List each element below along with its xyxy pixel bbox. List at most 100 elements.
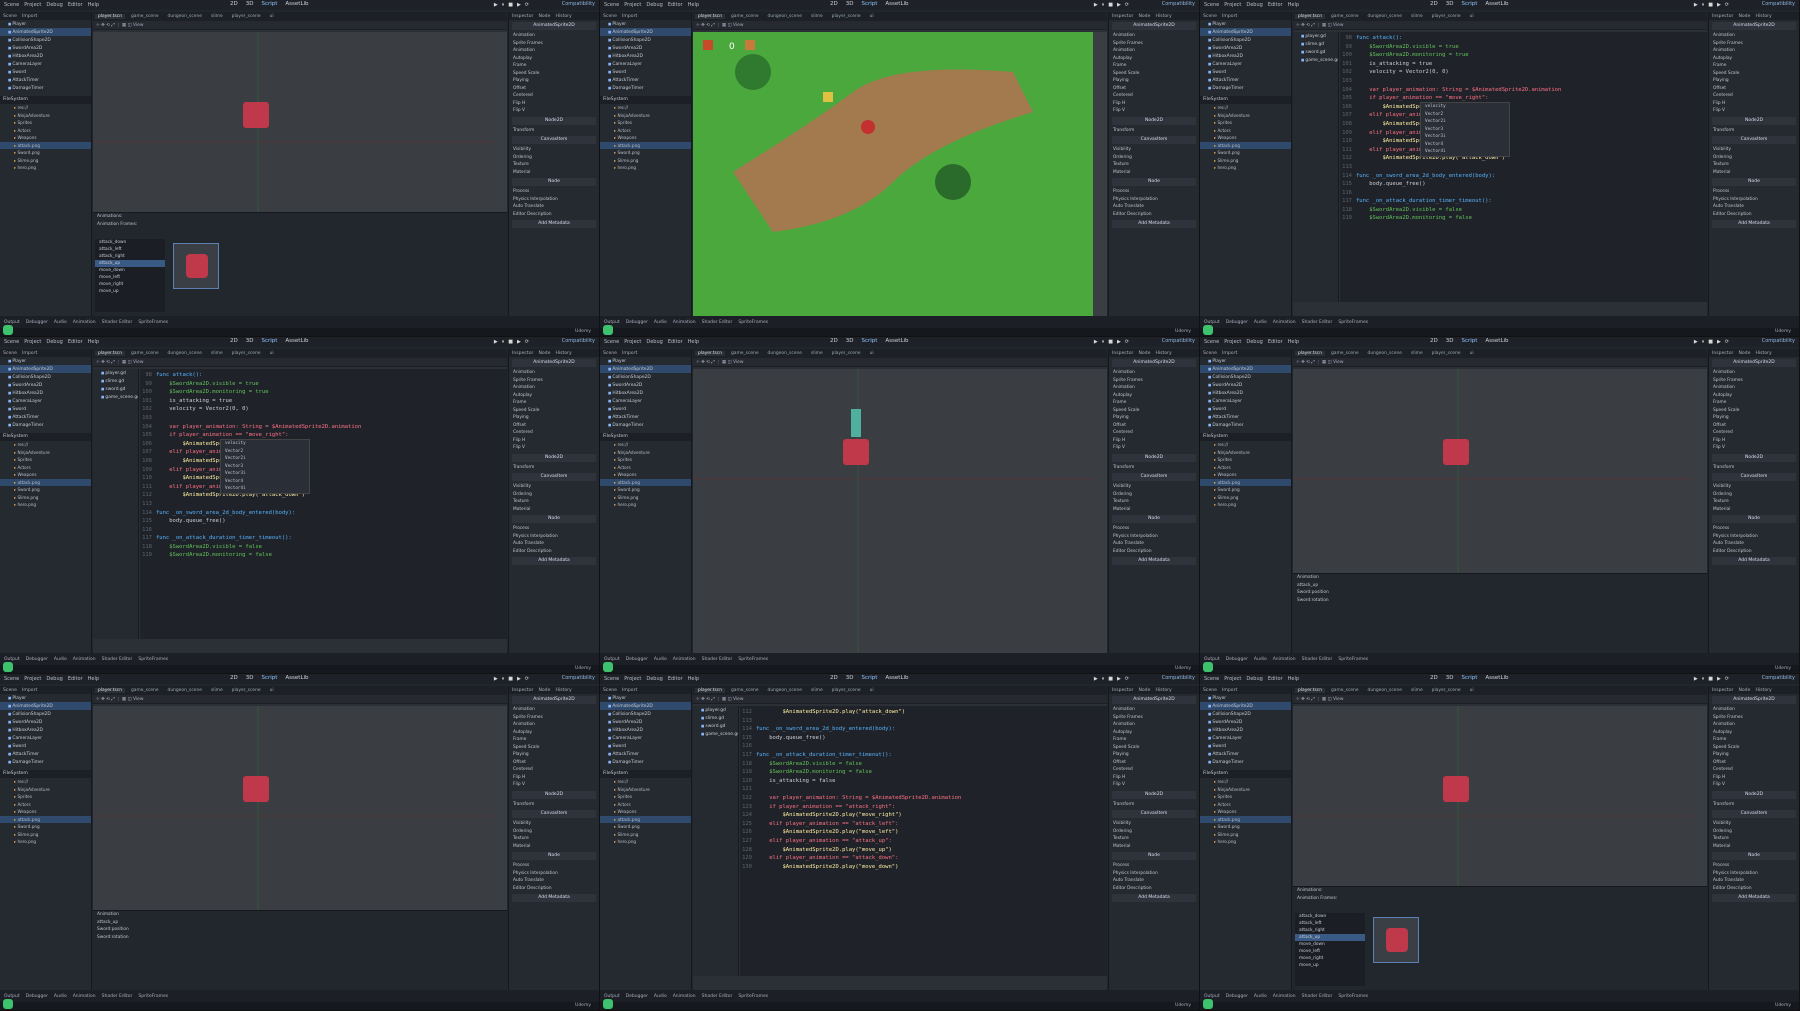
inspector-property[interactable]: Speed Scale (1109, 407, 1199, 415)
bottom-tab[interactable]: SpriteFrames (138, 657, 168, 662)
mode-3d[interactable]: 3D (846, 675, 854, 681)
inspector-property[interactable]: Physics Interpolation (1109, 870, 1199, 878)
scene-tree-item[interactable]: HitboxArea2D (600, 389, 691, 397)
inspector-property[interactable]: Autoplay (509, 729, 599, 737)
inspector-property[interactable]: Texture (509, 161, 599, 169)
inspector-section[interactable]: CanvasItem (512, 136, 596, 144)
inspector-property[interactable]: Transform (1109, 464, 1199, 472)
menu-item[interactable]: Scene (1204, 2, 1219, 8)
timeline-track[interactable]: Sword:rotation (93, 934, 507, 942)
inspector-property[interactable]: Flip H (1109, 774, 1199, 782)
inspector-property[interactable]: Material (509, 506, 599, 514)
bottom-tab[interactable]: Audio (54, 657, 67, 662)
filesystem-item[interactable]: Sprites (0, 793, 91, 801)
filesystem-item[interactable]: Actors (0, 464, 91, 472)
scene-tab[interactable]: dungeon_scene (165, 351, 205, 356)
inspector-property[interactable]: Animation (1109, 706, 1199, 714)
filesystem-item[interactable]: Actors (1200, 801, 1291, 809)
inspector-property[interactable]: Frame (1709, 62, 1799, 70)
play-icon[interactable]: ■ (1708, 676, 1713, 682)
tab-node[interactable]: Node (1138, 14, 1150, 19)
inspector-property[interactable]: Transform (1709, 127, 1799, 135)
inspector-property[interactable]: Texture (1109, 161, 1199, 169)
inspector-property[interactable]: Editor Description (1709, 548, 1799, 556)
scene-tab[interactable]: slime (208, 14, 226, 19)
filesystem-item[interactable]: Weapons (1200, 471, 1291, 479)
inspector-property[interactable]: Physics Interpolation (509, 533, 599, 541)
mode-3d[interactable]: 3D (246, 1, 254, 7)
inspector-section[interactable]: Node (1112, 178, 1196, 186)
inspector-section[interactable]: Node (1112, 515, 1196, 523)
filesystem-item[interactable]: Actors (600, 464, 691, 472)
scene-tree-item[interactable]: Player (600, 694, 691, 702)
scene-tab[interactable]: game_scene (728, 688, 762, 693)
tab-node[interactable]: Node (1138, 688, 1150, 693)
scene-tree-item[interactable]: CollisionShape2D (0, 710, 91, 718)
script-file[interactable]: game_scene.gd (93, 393, 138, 401)
inspector-section[interactable]: Node2D (1712, 116, 1796, 125)
tab-scene[interactable]: Scene (603, 351, 617, 356)
inspector-section[interactable]: CanvasItem (1712, 473, 1796, 481)
menu-item[interactable]: Editor (68, 676, 83, 682)
inspector-property[interactable]: Speed Scale (509, 70, 599, 78)
bottom-tab[interactable]: Shader Editor (1302, 994, 1333, 999)
bottom-tab[interactable]: Output (1204, 994, 1220, 999)
scene-tab[interactable]: ui (267, 351, 277, 356)
mode-2d[interactable]: 2D (230, 1, 238, 7)
filesystem-item[interactable]: attack.png (1200, 478, 1291, 486)
filesystem-item[interactable]: Slime.png (0, 157, 91, 165)
menu-item[interactable]: Editor (1268, 2, 1283, 8)
menu-item[interactable]: Scene (4, 339, 19, 345)
inspector-property[interactable]: Offset (1109, 759, 1199, 767)
inspector-property[interactable]: Offset (509, 759, 599, 767)
code-editor[interactable]: 112 $AnimatedSprite2D.play("attack_down"… (740, 706, 1107, 976)
menu-item[interactable]: Help (688, 2, 699, 8)
scene-tree-item[interactable]: AnimatedSprite2D (600, 28, 691, 36)
animation-item[interactable]: move_up (95, 288, 165, 295)
inspector-property[interactable]: Animation (509, 706, 599, 714)
tab-history[interactable]: History (555, 688, 571, 693)
scene-tree-item[interactable]: CameraLayer (0, 734, 91, 742)
scene-tab[interactable]: player.tscn (695, 351, 725, 356)
renderer-label[interactable]: Compatibility (1162, 338, 1195, 344)
autocomplete-item[interactable]: Vector4 (1421, 141, 1509, 149)
tab-scene[interactable]: Scene (1203, 688, 1217, 693)
play-icon[interactable]: ■ (508, 676, 513, 682)
inspector-property[interactable]: Autoplay (509, 392, 599, 400)
scene-tab[interactable]: game_scene (1328, 688, 1362, 693)
filesystem-item[interactable]: Actors (0, 127, 91, 135)
timeline-track[interactable]: Sword:position (93, 926, 507, 934)
bottom-tab[interactable]: Debugger (626, 320, 648, 325)
scene-tree-item[interactable]: CollisionShape2D (600, 710, 691, 718)
animation-item[interactable]: attack_down (1295, 913, 1365, 920)
scene-tree-item[interactable]: Sword (1200, 742, 1291, 750)
play-icon[interactable]: ⏸ (502, 339, 505, 345)
filesystem-item[interactable]: Weapons (0, 134, 91, 142)
filesystem-item[interactable]: hero.png (1200, 164, 1291, 172)
scene-tree-item[interactable]: Player (600, 20, 691, 28)
filesystem-item[interactable]: hero.png (1200, 838, 1291, 846)
filesystem-item[interactable]: Weapons (600, 808, 691, 816)
menu-item[interactable]: Scene (604, 339, 619, 345)
scene-tree-item[interactable]: AttackTimer (0, 750, 91, 758)
scene-tab[interactable]: slime (1408, 351, 1426, 356)
add-metadata-button[interactable]: Add Metadata (1112, 894, 1196, 902)
inspector-section[interactable]: Node (1712, 178, 1796, 186)
filesystem-item[interactable]: hero.png (0, 164, 91, 172)
play-icon[interactable]: ⏸ (1102, 676, 1105, 682)
inspector-property[interactable]: Texture (509, 835, 599, 843)
inspector-property[interactable]: Animation (1709, 384, 1799, 392)
menu-item[interactable]: Editor (1268, 676, 1283, 682)
filesystem-item[interactable]: Weapons (600, 471, 691, 479)
script-file[interactable]: slime.gd (93, 377, 138, 385)
tab-import[interactable]: Import (1222, 688, 1237, 693)
add-metadata-button[interactable]: Add Metadata (1112, 220, 1196, 228)
bottom-tab[interactable]: Debugger (1226, 994, 1248, 999)
tab-history[interactable]: History (1755, 688, 1771, 693)
scene-tab[interactable]: player_scene (229, 688, 264, 693)
scene-tab[interactable]: ui (1467, 14, 1477, 19)
scene-tab[interactable]: dungeon_scene (1365, 14, 1405, 19)
scene-tree-item[interactable]: AttackTimer (600, 413, 691, 421)
scene-tree-item[interactable]: Sword (600, 68, 691, 76)
filesystem-item[interactable]: attack.png (600, 141, 691, 149)
